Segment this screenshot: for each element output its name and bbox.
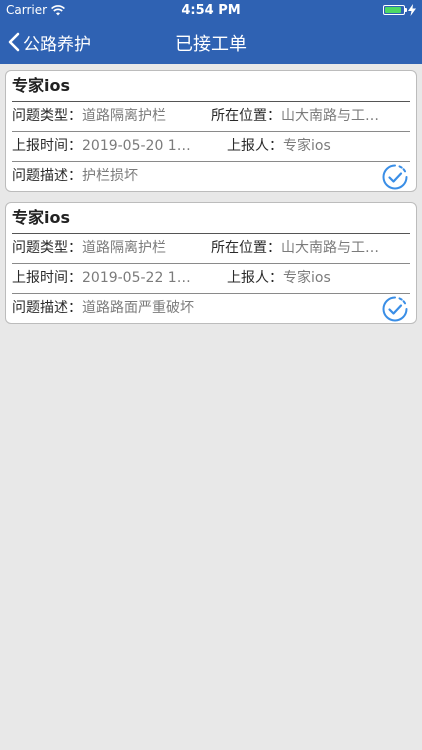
time-label: 上报时间：: [12, 270, 82, 286]
order-row-type-location: 问题类型： 道路隔离护栏 所在位置： 山大南路与工…: [12, 234, 410, 264]
order-row-time-reporter: 上报时间： 2019-05-22 1… 上报人： 专家ios: [12, 264, 410, 294]
navigation-bar: 公路养护 已接工单: [0, 20, 422, 64]
order-title: 专家ios: [12, 71, 410, 102]
header: Carrier 4:54 PM 公路养护 已接工单: [0, 0, 422, 64]
location-label: 所在位置：: [211, 240, 281, 256]
location-value: 山大南路与工…: [281, 240, 379, 256]
time-label: 上报时间：: [12, 138, 82, 154]
order-card[interactable]: 专家ios 问题类型： 道路隔离护栏 所在位置： 山大南路与工… 上报时间： 2…: [5, 202, 417, 324]
status-bar: Carrier 4:54 PM: [0, 0, 422, 20]
charging-icon: [408, 4, 416, 16]
type-label: 问题类型：: [12, 240, 82, 256]
time-value: 2019-05-22 1…: [82, 270, 191, 286]
order-row-desc: 问题描述： 道路路面严重破坏: [12, 294, 410, 323]
order-title: 专家ios: [12, 203, 410, 234]
reporter-value: 专家ios: [283, 270, 331, 286]
time-value: 2019-05-20 1…: [82, 138, 191, 154]
reporter-value: 专家ios: [283, 138, 331, 154]
desc-label: 问题描述：: [12, 300, 82, 316]
reporter-label: 上报人：: [227, 270, 283, 286]
type-value: 道路隔离护栏: [82, 108, 166, 124]
check-circle-icon[interactable]: [382, 296, 408, 322]
desc-value: 道路路面严重破坏: [82, 300, 194, 316]
order-row-desc: 问题描述： 护栏损坏: [12, 162, 410, 191]
desc-value: 护栏损坏: [82, 168, 138, 184]
desc-label: 问题描述：: [12, 168, 82, 184]
type-label: 问题类型：: [12, 108, 82, 124]
order-list: 专家ios 问题类型： 道路隔离护栏 所在位置： 山大南路与工… 上报时间： 2…: [0, 70, 422, 334]
page-title: 已接工单: [175, 34, 247, 55]
type-value: 道路隔离护栏: [82, 240, 166, 256]
order-card[interactable]: 专家ios 问题类型： 道路隔离护栏 所在位置： 山大南路与工… 上报时间： 2…: [5, 70, 417, 192]
check-circle-icon[interactable]: [382, 164, 408, 190]
location-value: 山大南路与工…: [281, 108, 379, 124]
reporter-label: 上报人：: [227, 138, 283, 154]
status-time: 4:54 PM: [181, 3, 241, 18]
order-row-type-location: 问题类型： 道路隔离护栏 所在位置： 山大南路与工…: [12, 102, 410, 132]
location-label: 所在位置：: [211, 108, 281, 124]
order-row-time-reporter: 上报时间： 2019-05-20 1… 上报人： 专家ios: [12, 132, 410, 162]
battery-icon: [383, 5, 407, 15]
battery-indicator: [383, 4, 416, 16]
